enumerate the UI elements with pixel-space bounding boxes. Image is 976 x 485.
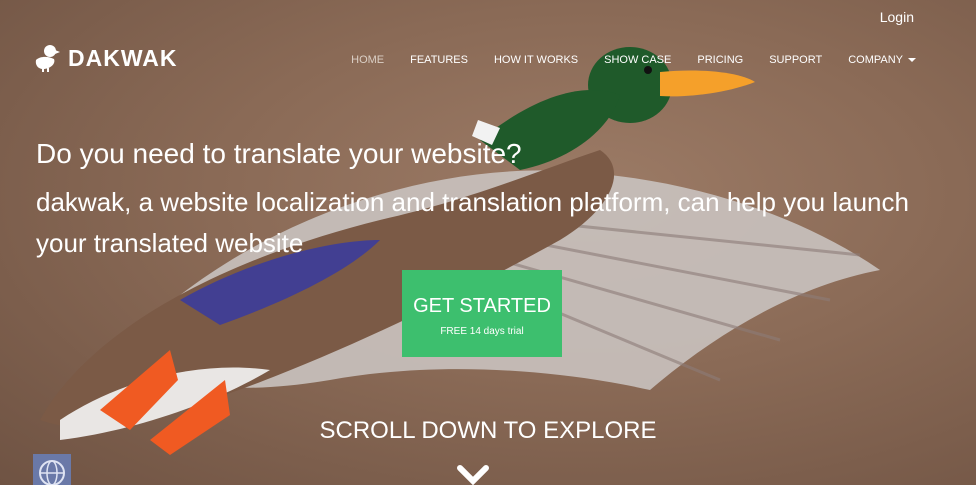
get-started-button[interactable]: GET STARTED FREE 14 days trial — [402, 270, 562, 357]
scroll-hint: SCROLL DOWN TO EXPLORE — [319, 417, 657, 444]
nav-item-company-label: COMPANY — [848, 54, 903, 66]
brand-name: DAKWAK — [68, 44, 178, 71]
nav-item-how-it-works[interactable]: HOW IT WORKS — [494, 54, 578, 66]
cta-main-label: GET STARTED — [413, 295, 551, 317]
globe-icon[interactable] — [33, 454, 71, 485]
login-link[interactable]: Login — [880, 9, 914, 25]
nav-item-features[interactable]: FEATURES — [410, 54, 468, 66]
brand-logo[interactable]: DAKWAK — [34, 44, 178, 72]
hero-section: Login DAKWAK HOME FEATURES HOW IT WORKS … — [0, 0, 976, 485]
chevron-down-icon[interactable] — [456, 462, 490, 485]
nav-item-pricing[interactable]: PRICING — [697, 54, 743, 66]
nav-item-home[interactable]: HOME — [351, 54, 384, 66]
nav-item-company[interactable]: COMPANY — [848, 54, 916, 66]
cta-sub-label: FREE 14 days trial — [440, 326, 524, 337]
nav-item-support[interactable]: SUPPORT — [769, 54, 822, 66]
hero-headline: Do you need to translate your website? — [36, 138, 522, 169]
duck-icon — [35, 45, 60, 72]
hero-subline: dakwak, a website localization and trans… — [36, 187, 909, 258]
main-nav: HOME FEATURES HOW IT WORKS SHOW CASE PRI… — [351, 54, 916, 66]
globe-icon-glyph — [39, 460, 65, 485]
top-bar: Login — [0, 0, 976, 36]
caret-down-icon — [908, 58, 916, 63]
nav-item-show-case[interactable]: SHOW CASE — [604, 54, 671, 66]
